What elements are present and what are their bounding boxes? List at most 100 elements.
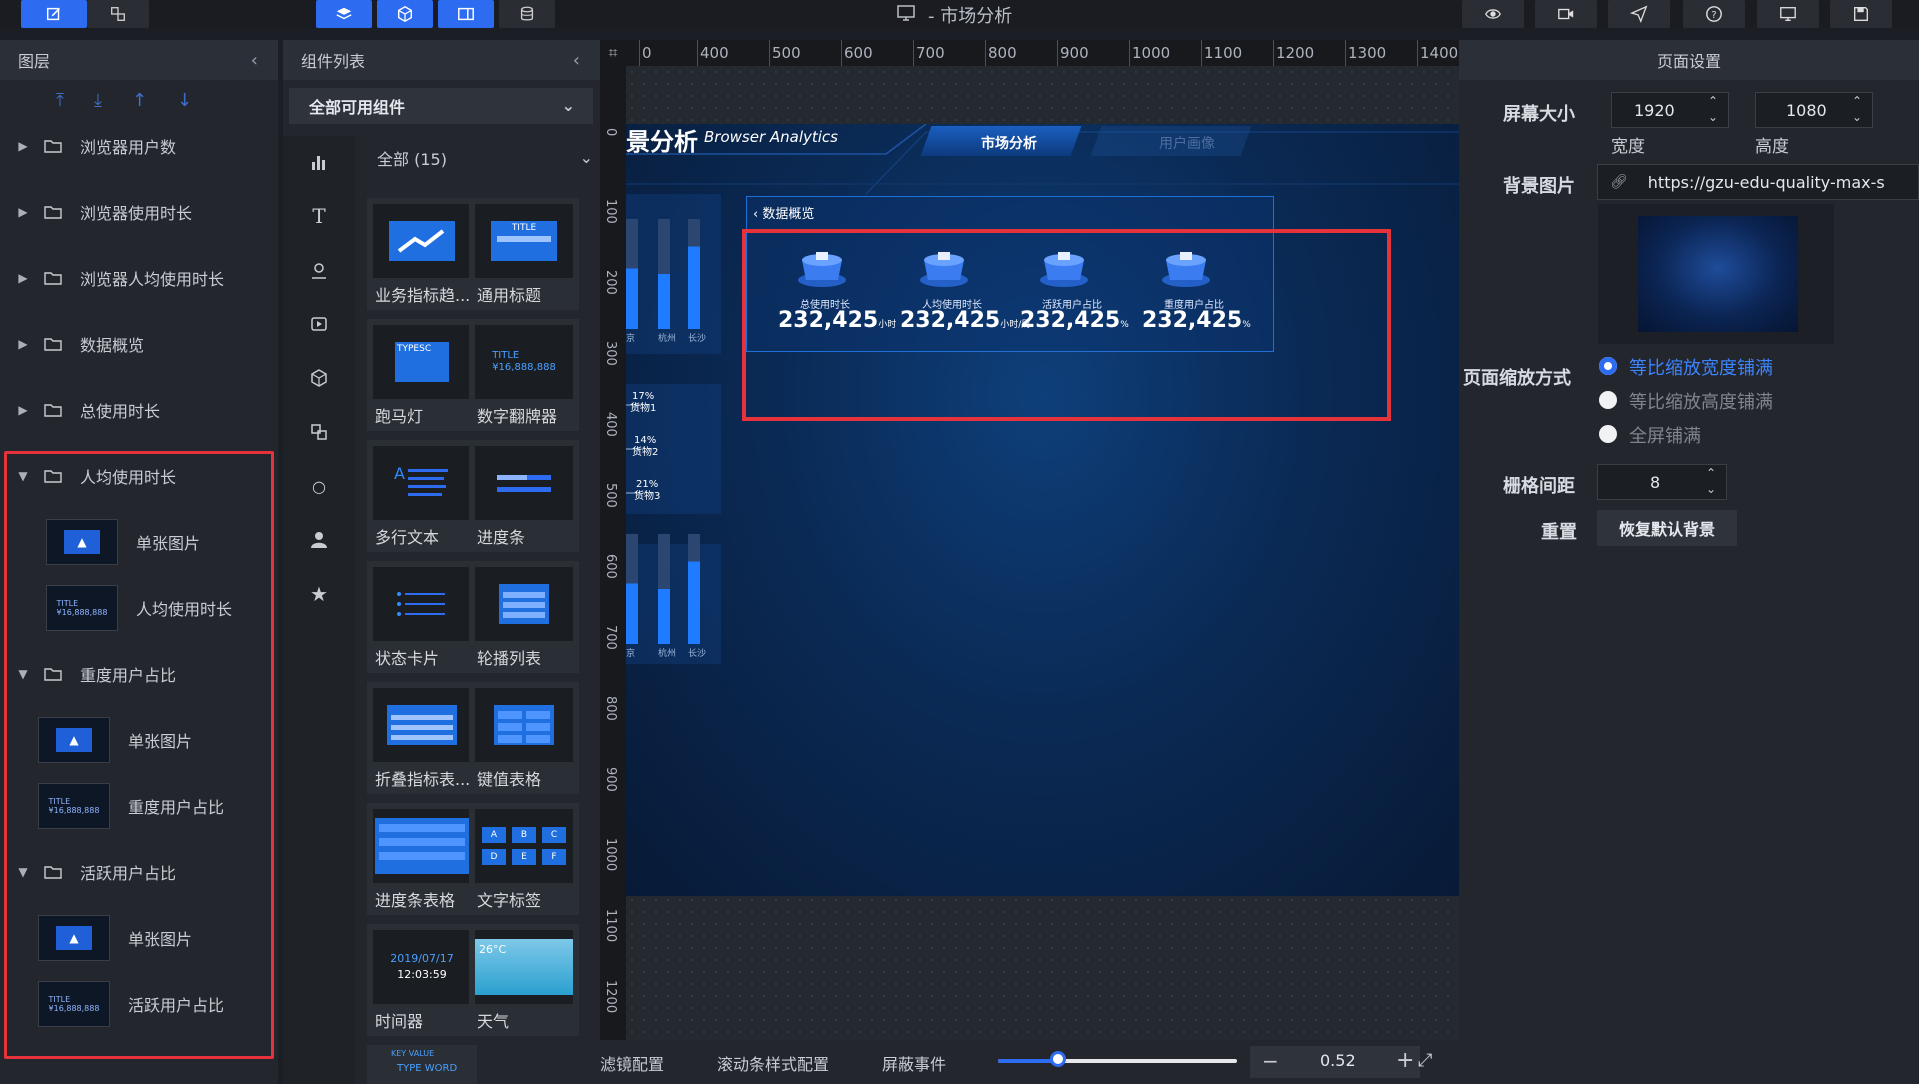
scale-option-radio[interactable] bbox=[1599, 391, 1617, 409]
scale-option-radio[interactable] bbox=[1599, 357, 1617, 375]
circle-icon[interactable]: ○ bbox=[305, 472, 333, 500]
partial-bar-charts: 京杭州 长沙京 杭州 长沙17%货物114%货物221%货物3 bbox=[626, 219, 706, 659]
ruler-tick-line bbox=[1345, 40, 1346, 66]
progress-table-card[interactable]: 进度条表格 bbox=[367, 803, 477, 915]
pie-item-name: 货物3 bbox=[634, 489, 660, 502]
ruler-tick-line bbox=[1201, 40, 1202, 66]
component-label: 折叠指标表... bbox=[375, 770, 471, 789]
bar bbox=[658, 589, 670, 644]
move-to-top-icon[interactable]: ⤒ bbox=[56, 90, 64, 111]
ruler-tick-line bbox=[1129, 40, 1130, 66]
filter-config-link[interactable]: 滤镜配置 bbox=[600, 1051, 664, 1075]
collapse-table-card[interactable]: 折叠指标表... bbox=[367, 682, 477, 794]
move-to-bottom-icon[interactable]: ⤓ bbox=[94, 90, 102, 111]
flip-number-card[interactable]: TITLE ¥16,888,888 数字翻牌器 bbox=[469, 319, 579, 431]
grid-spacing-input[interactable]: 8 ⌃ ⌄ bbox=[1597, 464, 1727, 500]
scrollbar-config-link[interactable]: 滚动条样式配置 bbox=[717, 1051, 829, 1075]
background-url-input[interactable]: 🔗︎ https://gzu-edu-quality-max-s bbox=[1597, 164, 1919, 200]
mask-events-link[interactable]: 屏蔽事件 bbox=[882, 1051, 946, 1075]
ruler-corner-icon[interactable]: ⌗ bbox=[602, 42, 624, 64]
title-card[interactable]: TITLE 通用标题 bbox=[469, 198, 579, 310]
publish-button[interactable] bbox=[1608, 0, 1670, 28]
move-up-icon[interactable]: ↑ bbox=[132, 90, 147, 111]
weather-card[interactable]: 26°C 天气 bbox=[469, 924, 579, 1036]
panel-toggle-button[interactable] bbox=[438, 0, 494, 28]
layer-group-row[interactable]: ▶ 总使用时长 bbox=[0, 383, 278, 437]
screen-height-input[interactable]: 1080 ⌃ ⌄ bbox=[1755, 92, 1873, 128]
tag-chip: F bbox=[542, 849, 566, 865]
caret-right-icon[interactable]: ▶ bbox=[12, 139, 34, 153]
interaction-icon[interactable] bbox=[305, 418, 333, 446]
bar bbox=[688, 246, 700, 329]
caret-right-icon[interactable]: ▶ bbox=[12, 271, 34, 285]
scale-option-label[interactable]: 全屏铺满 bbox=[1629, 422, 1701, 448]
layer-group-row[interactable]: ▶ 浏览器人均使用时长 bbox=[0, 251, 278, 305]
card-typeword-text: TYPE WORD bbox=[397, 1063, 458, 1074]
text-icon[interactable]: T bbox=[305, 202, 333, 230]
zoom-slider-handle[interactable] bbox=[1049, 1051, 1066, 1067]
key-value-table-card[interactable]: 键值表格 bbox=[469, 682, 579, 794]
pie-item-name: 货物1 bbox=[630, 401, 656, 414]
component-preview: TITLE bbox=[475, 204, 573, 278]
caret-right-icon[interactable]: ▶ bbox=[12, 205, 34, 219]
chart-bar-icon[interactable] bbox=[305, 148, 333, 176]
component-preview bbox=[373, 204, 471, 278]
record-button[interactable] bbox=[1535, 0, 1597, 28]
component-category-select[interactable]: 全部可用组件 ⌄ bbox=[289, 88, 593, 124]
timer-card[interactable]: 2019/07/17 12:03:59 时间器 bbox=[367, 924, 477, 1036]
status-card[interactable]: 状态卡片 bbox=[367, 561, 477, 673]
carousel-list-card[interactable]: 轮播列表 bbox=[469, 561, 579, 673]
map-pin-icon[interactable] bbox=[305, 256, 333, 284]
swap-button[interactable] bbox=[87, 0, 149, 28]
pie-percent: 14% bbox=[634, 435, 656, 446]
screen-width-input[interactable]: 1920 ⌃ ⌄ bbox=[1611, 92, 1729, 128]
ruler-tick-label: 1000 bbox=[603, 838, 618, 872]
zoom-slider-track[interactable] bbox=[998, 1051, 1237, 1067]
scale-option-label[interactable]: 等比缩放宽度铺满 bbox=[1629, 354, 1773, 380]
media-icon[interactable] bbox=[305, 310, 333, 338]
height-spin-icon[interactable]: ⌃ ⌄ bbox=[1852, 93, 1862, 125]
edit-button[interactable] bbox=[21, 0, 87, 28]
fit-screen-icon[interactable]: ⤢ bbox=[1418, 1050, 1432, 1071]
scale-option-radio[interactable] bbox=[1599, 425, 1617, 443]
key-value-text-card[interactable]: KEY VALUE TYPE WORD bbox=[367, 1045, 477, 1084]
data-button[interactable] bbox=[499, 0, 555, 28]
multiline-text-card[interactable]: A 多行文本 bbox=[367, 440, 477, 552]
progress-card[interactable]: 进度条 bbox=[469, 440, 579, 552]
layer-group-row[interactable]: ▶ 浏览器用户数 bbox=[0, 119, 278, 173]
restore-default-background-button[interactable]: 恢复默认背景 bbox=[1597, 510, 1737, 546]
user-icon[interactable] bbox=[305, 526, 333, 554]
save-button[interactable] bbox=[1830, 0, 1892, 28]
component-label: 进度条 bbox=[477, 528, 526, 547]
collapse-component-panel-icon[interactable]: ‹ bbox=[573, 50, 580, 71]
preview-button[interactable] bbox=[1462, 0, 1524, 28]
trend-card[interactable]: 业务指标趋... bbox=[367, 198, 477, 310]
grid-spin-icon[interactable]: ⌃ ⌄ bbox=[1706, 465, 1716, 497]
layer-label: 总使用时长 bbox=[80, 402, 161, 421]
bar-category-label: 长沙 bbox=[688, 647, 706, 659]
star-icon[interactable]: ★ bbox=[305, 580, 333, 608]
layer-group-row[interactable]: ▶ 数据概览 bbox=[0, 317, 278, 371]
zoom-in-button[interactable]: + bbox=[1396, 1048, 1414, 1073]
components-toggle-button[interactable] bbox=[377, 0, 433, 28]
layers-toggle-button[interactable] bbox=[316, 0, 372, 28]
zoom-out-button[interactable]: − bbox=[1262, 1049, 1279, 1073]
data-overview-title-text: 数据概览 bbox=[762, 207, 815, 222]
caret-right-icon[interactable]: ▶ bbox=[12, 337, 34, 351]
marquee-card[interactable]: TYPESC 跑马灯 bbox=[367, 319, 477, 431]
layer-group-row[interactable]: ▶ 浏览器使用时长 bbox=[0, 185, 278, 239]
scale-option-label[interactable]: 等比缩放高度铺满 bbox=[1629, 388, 1773, 414]
collapse-layer-panel-icon[interactable]: ‹ bbox=[251, 50, 258, 71]
cube-icon[interactable] bbox=[305, 364, 333, 392]
component-filter-all[interactable]: 全部 (15) ⌄ bbox=[367, 136, 607, 180]
text-tag-card[interactable]: A B C D E F 文字标签 bbox=[469, 803, 579, 915]
tab-user-profile[interactable]: 用户画像 bbox=[1159, 133, 1215, 153]
help-button[interactable]: ? bbox=[1683, 0, 1745, 28]
background-preview[interactable] bbox=[1598, 204, 1834, 344]
caret-right-icon[interactable]: ▶ bbox=[12, 403, 34, 417]
component-preview bbox=[373, 688, 471, 762]
width-spin-icon[interactable]: ⌃ ⌄ bbox=[1708, 93, 1718, 125]
tab-market-analysis[interactable]: 市场分析 bbox=[981, 133, 1037, 153]
move-down-icon[interactable]: ↓ bbox=[177, 90, 192, 111]
screen-button[interactable] bbox=[1757, 0, 1819, 28]
